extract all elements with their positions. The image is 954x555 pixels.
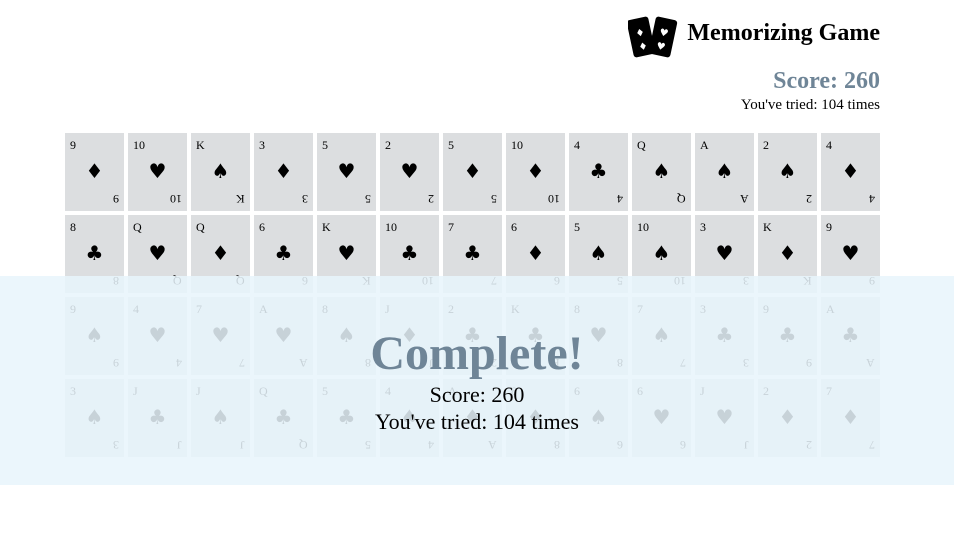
card-suit-icon: ♦ <box>463 159 482 183</box>
card-rank: 5 <box>322 138 328 152</box>
score-display: Score: 260 <box>773 68 880 94</box>
playing-card[interactable]: A ♠ A <box>695 133 754 211</box>
card-rank: 10 <box>385 220 397 234</box>
card-suit-icon: ♥ <box>148 241 167 265</box>
card-suit-icon: ♣ <box>589 159 608 183</box>
card-suit-icon: ♥ <box>841 241 860 265</box>
card-suit-icon: ♥ <box>337 159 356 183</box>
card-suit-icon: ♠ <box>778 159 797 183</box>
complete-title: Complete! <box>370 327 584 380</box>
card-rank-inverted: 4 <box>869 192 875 206</box>
card-rank: 5 <box>574 220 580 234</box>
card-suit-icon: ♠ <box>652 159 671 183</box>
card-suit-icon: ♦ <box>778 241 797 265</box>
card-rank-inverted: 10 <box>170 192 182 206</box>
card-rank: K <box>763 220 772 234</box>
card-rank-inverted: 5 <box>491 192 497 206</box>
card-rank-inverted: K <box>236 192 245 206</box>
card-suit-icon: ♦ <box>841 159 860 183</box>
card-suit-icon: ♥ <box>337 241 356 265</box>
card-rank-inverted: 3 <box>302 192 308 206</box>
card-suit-icon: ♣ <box>274 241 293 265</box>
card-suit-icon: ♠ <box>589 241 608 265</box>
card-suit-icon: ♦ <box>211 241 230 265</box>
card-rank-inverted: 9 <box>113 192 119 206</box>
playing-card[interactable]: 5 ♥ 5 <box>317 133 376 211</box>
playing-card[interactable]: K ♠ K <box>191 133 250 211</box>
card-suit-icon: ♦ <box>526 241 545 265</box>
app-title: Memorizing Game <box>687 20 880 46</box>
card-rank: 3 <box>700 220 706 234</box>
card-rank: 6 <box>259 220 265 234</box>
card-suit-icon: ♦ <box>274 159 293 183</box>
playing-card[interactable]: 2 ♥ 2 <box>380 133 439 211</box>
card-suit-icon: ♥ <box>715 241 734 265</box>
card-suit-icon: ♠ <box>652 241 671 265</box>
playing-card[interactable]: 4 ♣ 4 <box>569 133 628 211</box>
card-rank-inverted: Q <box>677 192 686 206</box>
card-rank: 10 <box>511 138 523 152</box>
playing-card[interactable]: 3 ♦ 3 <box>254 133 313 211</box>
card-rank-inverted: 2 <box>428 192 434 206</box>
card-rank-inverted: 4 <box>617 192 623 206</box>
card-suit-icon: ♠ <box>715 159 734 183</box>
card-rank: 4 <box>826 138 832 152</box>
card-suit-icon: ♣ <box>85 241 104 265</box>
card-rank: 2 <box>385 138 391 152</box>
playing-card[interactable]: 10 ♦ 10 <box>506 133 565 211</box>
playing-card[interactable]: 4 ♦ 4 <box>821 133 880 211</box>
playing-card[interactable]: Q ♠ Q <box>632 133 691 211</box>
card-rank: 2 <box>763 138 769 152</box>
card-rank: 9 <box>826 220 832 234</box>
card-rank: Q <box>133 220 142 234</box>
card-rank: 6 <box>511 220 517 234</box>
playing-card[interactable]: 10 ♥ 10 <box>128 133 187 211</box>
playing-card[interactable]: 5 ♦ 5 <box>443 133 502 211</box>
tries-counter: You've tried: 104 times <box>740 97 880 113</box>
final-tries: You've tried: 104 times <box>374 409 579 434</box>
card-suit-icon: ♦ <box>526 159 545 183</box>
playing-card[interactable]: 2 ♠ 2 <box>758 133 817 211</box>
complete-overlay <box>0 276 954 485</box>
card-rank: 4 <box>574 138 580 152</box>
card-rank: 7 <box>448 220 454 234</box>
final-score: Score: 260 <box>429 382 525 407</box>
card-rank-inverted: 10 <box>548 192 560 206</box>
card-suit-icon: ♣ <box>400 241 419 265</box>
card-rank-inverted: 5 <box>365 192 371 206</box>
card-suit-icon: ♣ <box>463 241 482 265</box>
card-rank-inverted: A <box>740 192 749 206</box>
card-suit-icon: ♥ <box>148 159 167 183</box>
card-rank: 10 <box>637 220 649 234</box>
card-rank: 5 <box>448 138 454 152</box>
card-suit-icon: ♠ <box>211 159 230 183</box>
card-rank: K <box>196 138 205 152</box>
card-rank-inverted: 2 <box>806 192 812 206</box>
card-rank: 9 <box>70 138 76 152</box>
card-suit-icon: ♥ <box>400 159 419 183</box>
card-rank: Q <box>637 138 646 152</box>
card-rank: Q <box>196 220 205 234</box>
card-rank: A <box>700 138 709 152</box>
card-rank: 8 <box>70 220 76 234</box>
card-rank: 3 <box>259 138 265 152</box>
playing-card[interactable]: 9 ♦ 9 <box>65 133 124 211</box>
card-suit-icon: ♦ <box>85 159 104 183</box>
card-rank: 10 <box>133 138 145 152</box>
cards-logo-icon: ♦ ♦ ♥ ♥ <box>628 16 678 58</box>
card-rank: K <box>322 220 331 234</box>
